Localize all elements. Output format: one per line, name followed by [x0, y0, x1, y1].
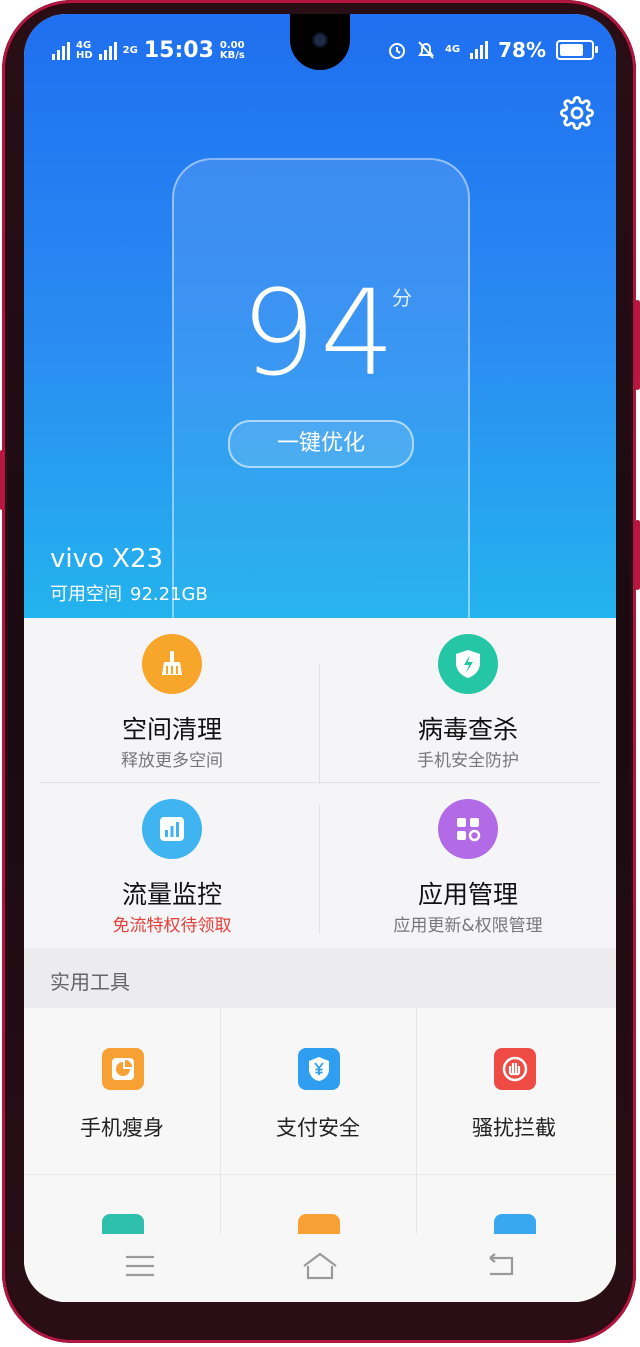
section-title: 实用工具 — [50, 970, 130, 994]
storage-label: 可用空间 — [50, 584, 122, 605]
block-hand-icon — [494, 1048, 536, 1090]
tool-icon-partial[interactable] — [298, 1214, 340, 1236]
feature-space-clean[interactable]: 空间清理 释放更多空间 — [24, 618, 320, 783]
feature-title: 病毒查杀 — [417, 715, 518, 744]
tool-icon-partial[interactable] — [102, 1214, 144, 1236]
health-score: 94 — [240, 264, 400, 402]
sim1-label: 4G — [76, 39, 92, 51]
feature-virus-scan[interactable]: 病毒查杀 手机安全防护 — [320, 618, 616, 783]
settings-gear-icon[interactable] — [560, 96, 594, 130]
tools-section-header: 实用工具 — [24, 948, 616, 1008]
tool-harassment-block[interactable]: 骚扰拦截 — [416, 1008, 612, 1172]
clock: 15:03 — [143, 38, 214, 63]
front-camera — [314, 34, 326, 46]
power-button — [635, 520, 640, 590]
divider — [24, 1174, 616, 1175]
network-type-label: 4G — [444, 44, 461, 55]
back-icon[interactable] — [480, 1248, 524, 1284]
status-bar-left: 4G HD 2G 15:03 0.00 KB/s — [52, 38, 245, 63]
divider — [40, 782, 600, 783]
feature-subtitle: 手机安全防护 — [417, 751, 519, 771]
sim1-tag: HD — [76, 49, 93, 61]
battery-level — [560, 44, 584, 56]
tool-payment-security[interactable]: 支付安全 — [220, 1008, 416, 1172]
tool-phone-slim[interactable]: 手机瘦身 — [24, 1008, 220, 1172]
signal-icon — [98, 41, 117, 60]
feature-grid: 空间清理 释放更多空间 病毒查杀 手机安全防护 流量监控 免流特权待领取 应用管… — [24, 618, 616, 948]
storage-info: 可用空间 92.21GB — [50, 580, 208, 606]
alarm-icon — [388, 43, 405, 59]
feature-data-monitor[interactable]: 流量监控 免流特权待领取 — [24, 783, 320, 948]
divider — [319, 804, 320, 934]
mute-bell-icon — [418, 41, 434, 59]
battery-percent: 78% — [498, 38, 546, 62]
storage-value: 92.21GB — [130, 584, 208, 605]
navigation-bar — [24, 1234, 616, 1302]
tool-label: 支付安全 — [276, 1116, 360, 1140]
tool-label: 骚扰拦截 — [472, 1116, 556, 1140]
tool-label: 手机瘦身 — [80, 1116, 164, 1140]
hero-panel: 4G HD 2G 15:03 0.00 KB/s 4G 78% 94 分 一键优化 … — [24, 14, 616, 630]
feature-title: 流量监控 — [121, 880, 222, 909]
feature-title: 应用管理 — [417, 880, 518, 909]
battery-icon — [556, 40, 598, 60]
menu-icon[interactable] — [118, 1248, 162, 1284]
shield-bolt-icon — [438, 634, 498, 694]
score-unit: 分 — [392, 286, 412, 310]
bar-chart-icon — [142, 799, 202, 859]
app-grid-icon — [438, 799, 498, 859]
signal-icon — [52, 41, 70, 60]
net-speed-unit: KB/s — [219, 49, 245, 61]
status-bar-right: 4G 78% — [387, 38, 598, 62]
divider — [319, 664, 320, 784]
feature-title: 空间清理 — [121, 715, 222, 744]
screen: 4G HD 2G 15:03 0.00 KB/s 4G 78% 94 分 一键优化 … — [24, 14, 616, 1302]
signal-icon — [470, 41, 489, 59]
device-name: vivo X23 — [50, 544, 164, 574]
home-icon[interactable] — [298, 1248, 342, 1284]
tool-icon-partial[interactable] — [494, 1214, 536, 1236]
side-button — [0, 450, 4, 510]
feature-subtitle-promo[interactable]: 免流特权待领取 — [24, 911, 320, 936]
one-tap-optimize-button[interactable]: 一键优化 — [228, 420, 414, 468]
feature-app-manager[interactable]: 应用管理 应用更新&权限管理 — [320, 783, 616, 948]
net-speed-value: 0.00 — [219, 39, 245, 51]
pie-chart-icon — [102, 1048, 144, 1090]
broom-icon — [142, 634, 202, 694]
feature-subtitle: 释放更多空间 — [121, 751, 223, 771]
yuan-shield-icon — [298, 1048, 340, 1090]
feature-subtitle: 应用更新&权限管理 — [393, 916, 543, 936]
notch — [290, 14, 350, 70]
volume-button — [635, 300, 640, 390]
sim2-label: 2G — [122, 44, 138, 56]
